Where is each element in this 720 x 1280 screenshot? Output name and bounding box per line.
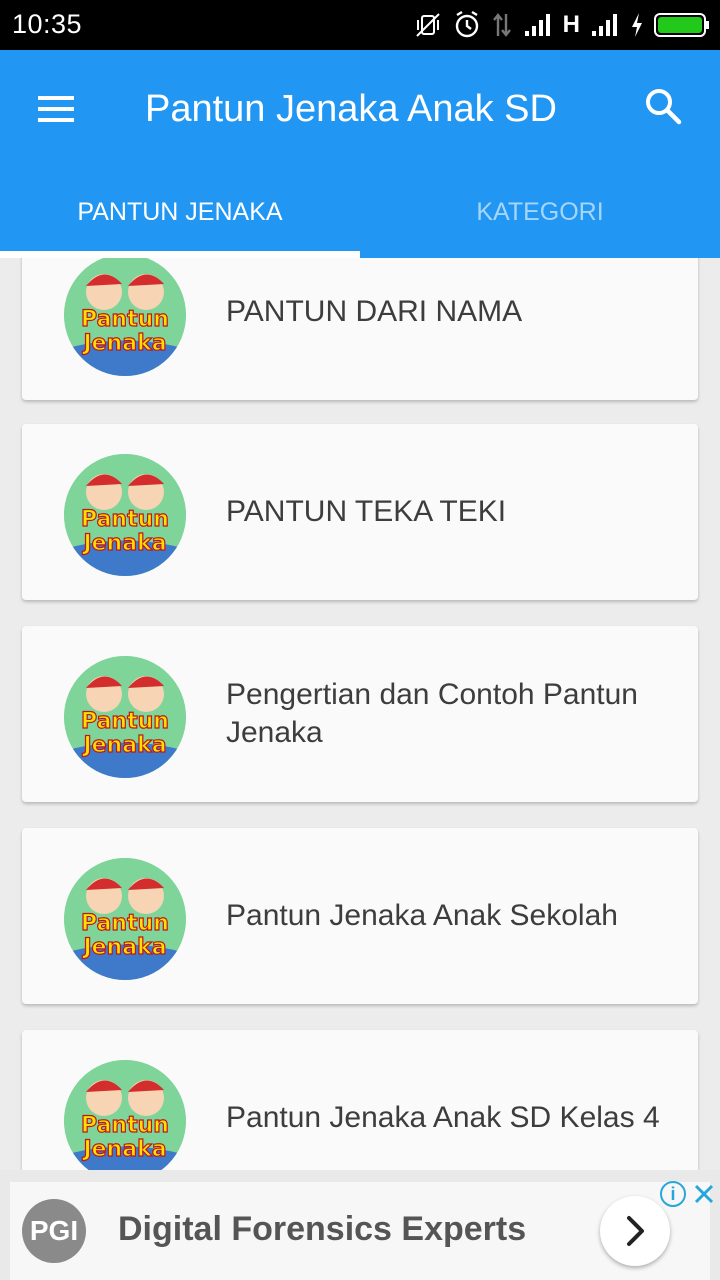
logo-text-line1: Pantun	[81, 507, 169, 532]
ad-open-button[interactable]	[600, 1196, 670, 1266]
ad-headline[interactable]: Digital Forensics Experts	[118, 1210, 526, 1249]
mute-vibrate-icon	[415, 13, 440, 37]
signal-icon-2	[592, 14, 617, 36]
status-bar: 10:35 H	[0, 0, 720, 50]
ad-logo: PGI	[22, 1199, 86, 1263]
list-item[interactable]: Pantun Jenaka Pengertian dan Contoh Pant…	[22, 626, 698, 802]
status-icons: H	[413, 8, 710, 42]
logo-text-line2: Jenaka	[81, 331, 166, 356]
list-item-title: PANTUN TEKA TEKI	[226, 495, 507, 528]
ad-close-icon[interactable]	[692, 1182, 716, 1206]
pantun-jenaka-logo: Pantun Jenaka	[64, 1060, 186, 1170]
network-type-label: H	[562, 11, 580, 38]
list-item[interactable]: Pantun Jenaka PANTUN DARI NAMA	[22, 258, 698, 400]
list-item-title: Pengertian dan Contoh Pantun Jenaka	[226, 678, 638, 749]
battery-icon	[654, 13, 709, 37]
tab-pantun-jenaka[interactable]: PANTUN JENAKA	[0, 190, 360, 258]
list-item-title: Pantun Jenaka Anak SD Kelas 4	[226, 1101, 660, 1134]
pantun-jenaka-logo: Pantun Jenaka	[64, 454, 186, 576]
chevron-right-icon	[627, 1216, 644, 1246]
search-icon[interactable]	[643, 86, 683, 126]
ad-content[interactable]: PGI Digital Forensics Experts	[10, 1182, 710, 1280]
list-item[interactable]: Pantun Jenaka PANTUN TEKA TEKI	[22, 424, 698, 600]
list-item-title: PANTUN DARI NAMA	[226, 295, 523, 328]
logo-text-line2: Jenaka	[81, 935, 166, 960]
logo-text-line2: Jenaka	[81, 1137, 166, 1162]
pantun-jenaka-logo: Pantun Jenaka	[64, 858, 186, 980]
logo-text-line1: Pantun	[81, 709, 169, 734]
signal-icon	[524, 14, 550, 36]
list-item[interactable]: Pantun Jenaka Pantun Jenaka Anak Sekolah	[22, 828, 698, 1004]
pantun-list[interactable]: Pantun Jenaka PANTUN DARI NAMA Pantun Je…	[0, 258, 720, 1170]
logo-text-line2: Jenaka	[81, 733, 166, 758]
app-bar: Pantun Jenaka Anak SD PANTUN JENAKA KATE…	[0, 50, 720, 258]
alarm-icon	[455, 10, 478, 38]
hamburger-menu-icon[interactable]	[36, 92, 76, 126]
charging-icon	[632, 13, 642, 37]
list-item[interactable]: Pantun Jenaka Pantun Jenaka Anak SD Kela…	[22, 1030, 698, 1170]
logo-text-line1: Pantun	[81, 911, 169, 936]
data-transfer-icon	[492, 13, 511, 37]
logo-text-line1: Pantun	[81, 307, 169, 332]
tab-bar: PANTUN JENAKA KATEGORI	[0, 190, 720, 258]
status-time: 10:35	[12, 9, 83, 39]
tab-indicator	[0, 251, 360, 258]
ad-info-icon[interactable]: i	[660, 1181, 686, 1207]
app-title: Pantun Jenaka Anak SD	[145, 88, 557, 130]
list-item-title: Pantun Jenaka Anak Sekolah	[226, 899, 618, 932]
ad-banner[interactable]: PGI Digital Forensics Experts i	[0, 1170, 720, 1280]
pantun-jenaka-logo: Pantun Jenaka	[64, 656, 186, 778]
tab-kategori[interactable]: KATEGORI	[360, 190, 720, 258]
logo-text-line2: Jenaka	[81, 531, 166, 556]
logo-text-line1: Pantun	[81, 1113, 169, 1138]
pantun-jenaka-logo: Pantun Jenaka	[64, 258, 186, 376]
